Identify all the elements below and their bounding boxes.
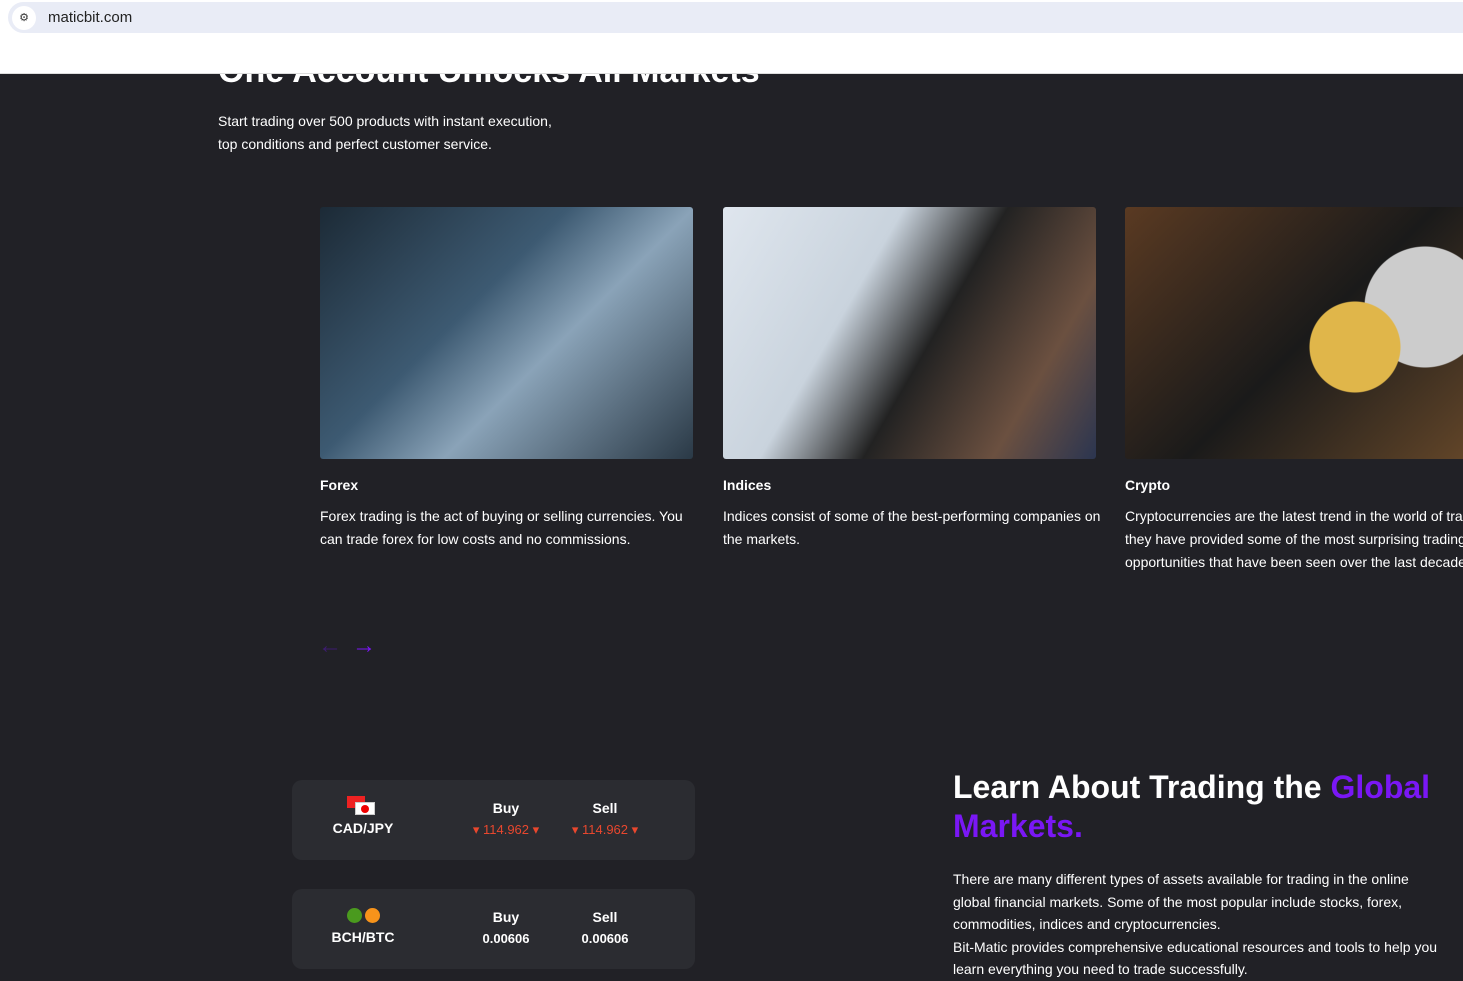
url-field[interactable]: ⚙ maticbit.com bbox=[8, 2, 1463, 33]
buy-label: Buy bbox=[492, 909, 520, 925]
down-arrow-icon: ▾ bbox=[571, 822, 582, 837]
card-description: Forex trading is the act of buying or se… bbox=[320, 508, 683, 547]
sell-label: Sell bbox=[592, 909, 618, 925]
card-title: Forex bbox=[320, 477, 359, 493]
indices-image bbox=[723, 207, 1096, 459]
learn-title: Learn About Trading the Global Markets. bbox=[953, 768, 1463, 846]
hero-subtitle: Start trading over 500 products with ins… bbox=[218, 110, 598, 156]
market-card-forex[interactable]: Forex Forex trading is the act of buying… bbox=[320, 207, 693, 551]
carousel-controls: ← → bbox=[318, 632, 376, 660]
card-title: Indices bbox=[723, 477, 772, 493]
hero-subtitle-line2: top conditions and perfect customer serv… bbox=[218, 136, 492, 152]
learn-title-plain: Learn About Trading the bbox=[953, 769, 1331, 805]
card-title: Crypto bbox=[1125, 477, 1171, 493]
site-header bbox=[0, 34, 1463, 74]
down-arrow-icon: ▾ bbox=[472, 822, 483, 837]
buy-label: Buy bbox=[492, 800, 520, 816]
site-settings-icon[interactable]: ⚙ bbox=[12, 5, 36, 30]
card-description: Indices consist of some of the best-perf… bbox=[723, 508, 1101, 547]
down-arrow-icon: ▾ bbox=[529, 822, 540, 837]
learn-text-1: There are many different types of assets… bbox=[953, 871, 1409, 932]
learn-text-2: Bit-Matic provides comprehensive educati… bbox=[953, 938, 1438, 978]
down-arrow-icon: ▾ bbox=[628, 822, 639, 837]
bch-btc-coins-icon bbox=[322, 905, 404, 925]
learn-section: Learn About Trading the Global Markets. … bbox=[953, 768, 1463, 981]
browser-address-bar: ⚙ maticbit.com bbox=[0, 0, 1463, 34]
card-description: Cryptocurrencies are the latest trend in… bbox=[1125, 508, 1463, 570]
arrow-right-icon[interactable]: → bbox=[352, 632, 376, 660]
forex-image bbox=[320, 207, 693, 459]
arrow-left-icon[interactable]: ← bbox=[318, 632, 342, 660]
market-card-indices[interactable]: Indices Indices consist of some of the b… bbox=[723, 207, 1100, 551]
buy-price: 0.00606 bbox=[482, 931, 530, 946]
sell-price: 0.00606 bbox=[581, 931, 629, 946]
crypto-image bbox=[1125, 207, 1463, 459]
market-card-crypto[interactable]: Crypto Cryptocurrencies are the latest t… bbox=[1125, 207, 1463, 574]
pair-name: BCH/BTC bbox=[331, 929, 395, 945]
pair-name: CAD/JPY bbox=[332, 820, 394, 836]
ticker-row[interactable]: CAD/JPY Buy ▾ 114.962 ▾ Sell ▾ 114.962 ▾ bbox=[292, 780, 695, 860]
sell-price: 114.962 bbox=[581, 822, 629, 837]
url-text: maticbit.com bbox=[48, 9, 133, 26]
sell-label: Sell bbox=[592, 800, 618, 816]
learn-paragraph: There are many different types of assets… bbox=[953, 868, 1443, 981]
cad-jpy-flags-icon bbox=[347, 796, 379, 816]
ticker-row[interactable]: BCH/BTC Buy 0.00606 Sell 0.00606 bbox=[292, 889, 695, 969]
hero-subtitle-line1: Start trading over 500 products with ins… bbox=[218, 113, 552, 129]
buy-price: 114.962 bbox=[482, 822, 530, 837]
